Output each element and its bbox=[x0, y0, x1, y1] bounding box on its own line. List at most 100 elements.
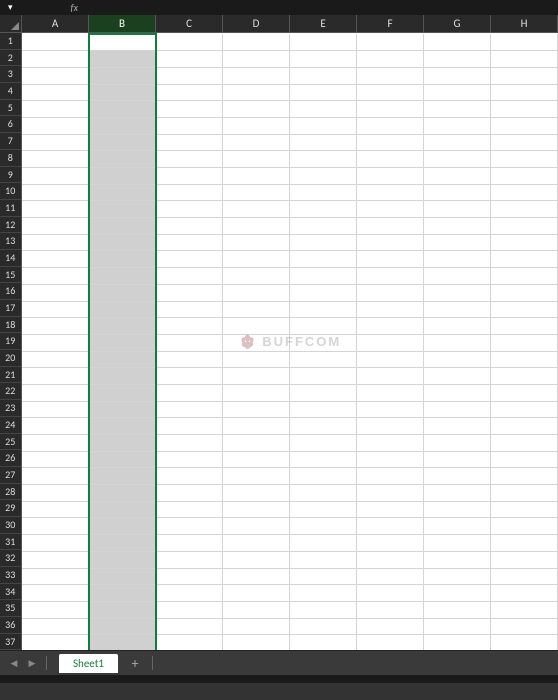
cell[interactable] bbox=[22, 568, 89, 585]
cell[interactable] bbox=[156, 251, 223, 268]
cell[interactable] bbox=[357, 268, 424, 285]
cell[interactable] bbox=[424, 117, 491, 134]
cell[interactable] bbox=[89, 585, 156, 602]
cell[interactable] bbox=[156, 184, 223, 201]
cell[interactable] bbox=[424, 468, 491, 485]
cell[interactable] bbox=[290, 318, 357, 335]
cell[interactable] bbox=[156, 201, 223, 218]
cell[interactable] bbox=[89, 318, 156, 335]
cell[interactable] bbox=[89, 334, 156, 351]
cell[interactable] bbox=[22, 134, 89, 151]
cell[interactable] bbox=[89, 67, 156, 84]
cell[interactable] bbox=[491, 451, 558, 468]
cell[interactable] bbox=[491, 268, 558, 285]
cell[interactable] bbox=[357, 284, 424, 301]
cell[interactable] bbox=[223, 618, 290, 635]
cell[interactable] bbox=[424, 84, 491, 101]
cell[interactable] bbox=[424, 351, 491, 368]
cell[interactable] bbox=[491, 334, 558, 351]
cell[interactable] bbox=[357, 318, 424, 335]
cell[interactable] bbox=[424, 151, 491, 168]
cell[interactable] bbox=[424, 67, 491, 84]
sheet-tab-active[interactable]: Sheet1 bbox=[59, 654, 118, 673]
cell[interactable] bbox=[156, 134, 223, 151]
column-header-e[interactable]: E bbox=[290, 15, 357, 33]
cell[interactable] bbox=[89, 234, 156, 251]
cell[interactable] bbox=[22, 318, 89, 335]
cell[interactable] bbox=[424, 635, 491, 650]
cell[interactable] bbox=[491, 635, 558, 650]
cell[interactable] bbox=[491, 284, 558, 301]
cell[interactable] bbox=[357, 218, 424, 235]
cell[interactable] bbox=[290, 84, 357, 101]
cell[interactable] bbox=[290, 468, 357, 485]
cell[interactable] bbox=[89, 351, 156, 368]
cell[interactable] bbox=[424, 234, 491, 251]
cell[interactable] bbox=[357, 384, 424, 401]
cell[interactable] bbox=[156, 468, 223, 485]
cell[interactable] bbox=[22, 635, 89, 650]
cell[interactable] bbox=[156, 117, 223, 134]
cell[interactable] bbox=[424, 134, 491, 151]
cell[interactable] bbox=[357, 635, 424, 650]
cell[interactable] bbox=[223, 535, 290, 552]
fx-label[interactable]: fx bbox=[71, 1, 78, 14]
cell[interactable] bbox=[357, 151, 424, 168]
cell[interactable] bbox=[424, 568, 491, 585]
cell[interactable] bbox=[156, 384, 223, 401]
column-header-f[interactable]: F bbox=[357, 15, 424, 33]
row-header[interactable]: 10 bbox=[0, 183, 22, 200]
cell[interactable] bbox=[491, 101, 558, 118]
cell[interactable] bbox=[491, 501, 558, 518]
cell[interactable] bbox=[491, 218, 558, 235]
cell[interactable] bbox=[223, 201, 290, 218]
cell[interactable] bbox=[156, 318, 223, 335]
cell[interactable] bbox=[357, 501, 424, 518]
cell[interactable] bbox=[491, 418, 558, 435]
cell-area[interactable]: BUFFCOM bbox=[22, 33, 558, 650]
cell[interactable] bbox=[223, 518, 290, 535]
cell[interactable] bbox=[290, 401, 357, 418]
cell[interactable] bbox=[89, 368, 156, 385]
cell[interactable] bbox=[290, 67, 357, 84]
row-header[interactable]: 9 bbox=[0, 167, 22, 184]
cell[interactable] bbox=[223, 485, 290, 502]
cell[interactable] bbox=[357, 618, 424, 635]
cell[interactable] bbox=[223, 384, 290, 401]
cell[interactable] bbox=[89, 535, 156, 552]
cell[interactable] bbox=[424, 585, 491, 602]
cell[interactable] bbox=[22, 435, 89, 452]
cell[interactable] bbox=[156, 151, 223, 168]
cell[interactable] bbox=[156, 301, 223, 318]
column-header-h[interactable]: H bbox=[491, 15, 558, 33]
cell[interactable] bbox=[22, 218, 89, 235]
cell[interactable] bbox=[22, 535, 89, 552]
cell[interactable] bbox=[223, 51, 290, 68]
column-header-a[interactable]: A bbox=[22, 15, 89, 33]
cell[interactable] bbox=[424, 435, 491, 452]
cell[interactable] bbox=[223, 351, 290, 368]
cell[interactable] bbox=[357, 551, 424, 568]
row-header[interactable]: 20 bbox=[0, 350, 22, 367]
cell[interactable] bbox=[89, 268, 156, 285]
row-header[interactable]: 33 bbox=[0, 567, 22, 584]
row-header[interactable]: 14 bbox=[0, 250, 22, 267]
cell[interactable] bbox=[22, 618, 89, 635]
cell[interactable] bbox=[89, 34, 156, 51]
cell[interactable] bbox=[89, 301, 156, 318]
cell[interactable] bbox=[290, 151, 357, 168]
cell[interactable] bbox=[156, 234, 223, 251]
cell[interactable] bbox=[22, 268, 89, 285]
cell[interactable] bbox=[22, 551, 89, 568]
cell[interactable] bbox=[223, 134, 290, 151]
cell[interactable] bbox=[491, 618, 558, 635]
cell[interactable] bbox=[290, 334, 357, 351]
cell[interactable] bbox=[156, 551, 223, 568]
cell[interactable] bbox=[223, 101, 290, 118]
cell[interactable] bbox=[491, 184, 558, 201]
row-header[interactable]: 18 bbox=[0, 317, 22, 334]
cell[interactable] bbox=[22, 384, 89, 401]
cell[interactable] bbox=[22, 251, 89, 268]
row-header[interactable]: 17 bbox=[0, 300, 22, 317]
cell[interactable] bbox=[357, 67, 424, 84]
